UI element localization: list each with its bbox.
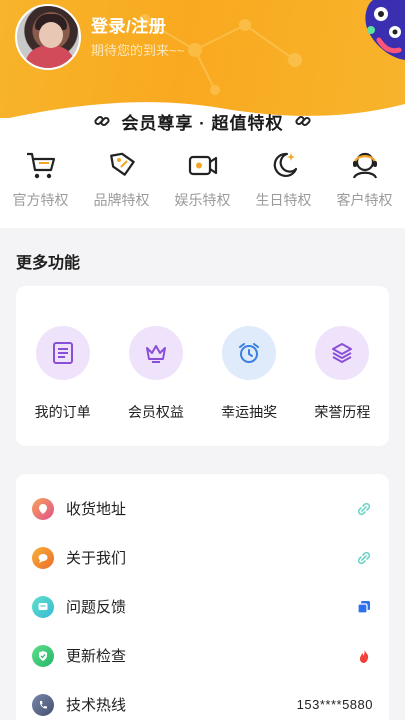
flame-icon [359, 648, 369, 663]
func-honor-history[interactable]: 荣誉历程 [302, 326, 382, 446]
menu-label: 技术热线 [66, 697, 127, 714]
privilege-brand[interactable]: 品牌特权 [83, 148, 161, 218]
func-label: 会员权益 [127, 404, 184, 420]
menu-item-feedback[interactable]: 问题反馈 [16, 582, 389, 631]
login-register-link[interactable]: 登录/注册 [91, 12, 166, 37]
privilege-entertainment[interactable]: 娱乐特权 [164, 148, 242, 218]
vip-banner: 会员尊享 · 超值特权 [0, 106, 405, 136]
privilege-label: 生日特权 [255, 192, 312, 208]
menu-item-update-check[interactable]: 更新检查 [16, 631, 389, 680]
func-label: 我的订单 [34, 404, 91, 420]
privilege-label: 品牌特权 [93, 192, 150, 208]
menu-label: 更新检查 [66, 648, 127, 665]
mascot-icon [365, 0, 405, 60]
crown-icon [145, 345, 166, 363]
phone-icon [32, 693, 54, 716]
video-icon [188, 155, 217, 176]
avatar[interactable] [15, 4, 81, 70]
cart-icon [26, 152, 55, 179]
layers-icon [332, 343, 353, 363]
menu-label: 关于我们 [66, 550, 127, 567]
order-list-icon [52, 342, 73, 364]
shield-check-icon [32, 644, 54, 667]
privilege-label: 客户特权 [336, 192, 393, 208]
func-label: 荣誉历程 [314, 404, 371, 420]
func-label: 幸运抽奖 [221, 404, 278, 420]
func-member-benefits[interactable]: 会员权益 [116, 326, 196, 446]
moon-icon [273, 152, 297, 178]
feedback-icon [32, 595, 54, 618]
more-functions-title: 更多功能 [16, 255, 81, 272]
chain-icon [294, 115, 311, 127]
link-icon [357, 551, 371, 564]
tag-icon [109, 152, 135, 176]
menu-label: 问题反馈 [66, 599, 127, 616]
privilege-label: 娱乐特权 [174, 192, 231, 208]
menu-item-about[interactable]: 关于我们 [16, 533, 389, 582]
menu-item-hotline[interactable]: 技术热线 153****5880 [16, 680, 389, 720]
headset-icon [352, 152, 377, 179]
alarm-clock-icon [239, 343, 260, 363]
privilege-label: 官方特权 [12, 192, 69, 208]
hotline-number[interactable]: 153****5880 [297, 697, 373, 712]
privileges-row: 官方特权 品牌特权 娱乐特权 生日特权 客户特权 [0, 148, 405, 218]
privilege-birthday[interactable]: 生日特权 [245, 148, 323, 218]
welcome-text: 期待您的到来~~ [91, 43, 185, 58]
settings-list: 收货地址 关于我们 问题反馈 更新检查 技术热线 153****5880 [16, 474, 389, 720]
menu-item-address[interactable]: 收货地址 [16, 484, 389, 533]
copy-icon [357, 600, 370, 614]
privilege-customer[interactable]: 客户特权 [326, 148, 404, 218]
address-icon [32, 497, 54, 520]
link-icon [357, 502, 371, 515]
func-my-orders[interactable]: 我的订单 [23, 326, 103, 446]
privilege-official[interactable]: 官方特权 [2, 148, 80, 218]
more-functions-card: 我的订单 会员权益 幸运抽奖 荣誉历程 [16, 286, 389, 446]
func-lucky-draw[interactable]: 幸运抽奖 [209, 326, 289, 446]
menu-label: 收货地址 [66, 501, 127, 518]
chain-icon [94, 115, 110, 127]
vip-title: 会员尊享 · 超值特权 [121, 113, 284, 133]
chat-icon [32, 546, 54, 569]
